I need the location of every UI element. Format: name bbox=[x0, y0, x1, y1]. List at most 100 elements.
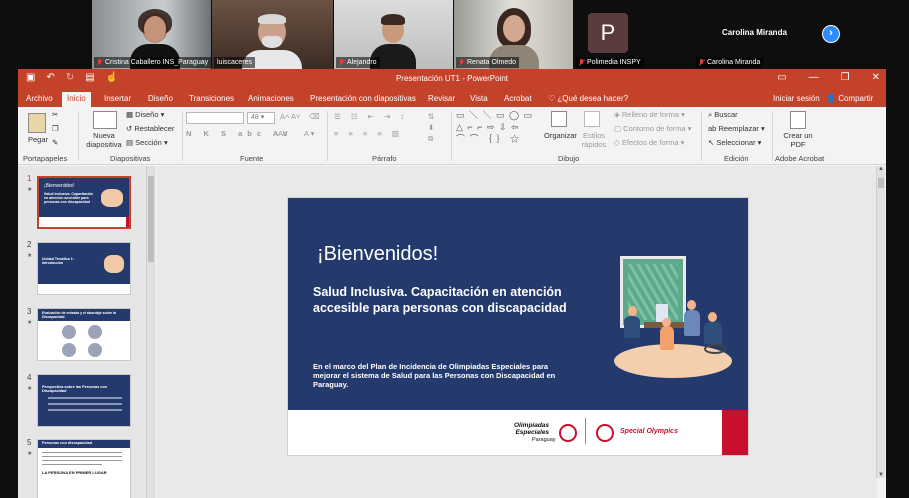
arrange-icon[interactable] bbox=[551, 111, 567, 127]
thumbnails-scrollbar[interactable] bbox=[146, 166, 155, 498]
powerpoint-window: ▣ ↶ ↻ ▤ ☝ Presentación UT1 - PowerPoint … bbox=[18, 69, 886, 498]
cut-icon[interactable]: ✂ bbox=[52, 110, 58, 119]
tab-vista[interactable]: Vista bbox=[470, 94, 488, 103]
replace-icon: ab bbox=[708, 124, 717, 133]
new-slide-icon[interactable] bbox=[93, 111, 117, 129]
participant-tile[interactable]: Alejandro bbox=[334, 0, 453, 69]
cursor-icon: ↖ bbox=[708, 138, 715, 147]
reset-button[interactable]: ↺ Restablecer bbox=[126, 124, 174, 133]
quick-styles-icon[interactable] bbox=[584, 111, 600, 127]
participant-tile[interactable]: Cristina Caballero INS_Paraguay bbox=[92, 0, 211, 69]
shape-outline-button[interactable]: ▢ Contorno de forma ▾ bbox=[614, 124, 692, 133]
text-direction-icon[interactable]: ⇅ bbox=[428, 112, 434, 121]
select-button[interactable]: ↖ Seleccionar ▾ bbox=[708, 138, 761, 147]
window-controls: ▭ — ❐ ✕ bbox=[777, 72, 880, 83]
mic-muted-icon bbox=[97, 59, 103, 66]
current-slide[interactable]: ¡Bienvenidos! Salud Inclusiva. Capacitac… bbox=[288, 198, 748, 455]
scroll-up-icon[interactable]: ▲ bbox=[877, 166, 885, 172]
sign-in-link[interactable]: Iniciar sesión bbox=[773, 94, 820, 103]
thumbnail-title: Evaluación de entrada y el abordaje sobr… bbox=[42, 311, 116, 319]
align-buttons[interactable]: ≡ ≡ ≡ ≡ ▥ bbox=[334, 129, 403, 138]
ribbon-display-options-icon[interactable]: ▭ bbox=[777, 72, 786, 83]
font-name-field[interactable] bbox=[186, 112, 244, 124]
font-size-controls[interactable]: A˄ A˅ bbox=[280, 112, 300, 121]
participant-name: Carolina Miranda bbox=[696, 57, 764, 68]
slide-thumbnail[interactable]: Evaluación de entrada y el abordaje sobr… bbox=[37, 308, 131, 361]
restore-icon[interactable]: ❐ bbox=[841, 72, 850, 83]
participant-name: luiscaceres bbox=[214, 57, 256, 68]
participant-tile[interactable]: Renata Olmedo bbox=[454, 0, 573, 69]
participant-tile[interactable]: Carolina Miranda Carolina Miranda bbox=[694, 0, 815, 69]
close-icon[interactable]: ✕ bbox=[872, 72, 880, 83]
slide-thumbnail[interactable]: Unidad Temática 1: Introducción bbox=[37, 242, 131, 295]
tab-archivo[interactable]: Archivo bbox=[26, 94, 53, 103]
thumbnail-text: LA PERSONA EN PRIMER LUGAR bbox=[42, 470, 107, 475]
pdf-icon[interactable] bbox=[790, 111, 806, 129]
font-color-icon[interactable]: A ▾ bbox=[304, 129, 314, 138]
create-pdf-button[interactable]: Crear un PDF bbox=[781, 131, 815, 149]
tab-acrobat[interactable]: Acrobat bbox=[504, 94, 532, 103]
arrange-button[interactable]: Organizar bbox=[544, 131, 577, 140]
thumbnail-title: Personas con discapacidad bbox=[42, 441, 93, 445]
mic-muted-icon bbox=[579, 59, 585, 66]
thumbnail-number: 3 bbox=[27, 307, 32, 316]
clear-format-icon[interactable]: ⌫ bbox=[309, 112, 320, 121]
new-slide-button[interactable]: Nueva diapositiva bbox=[84, 131, 124, 149]
group-label-font: Fuente bbox=[240, 154, 264, 163]
mic-muted-icon bbox=[339, 59, 345, 66]
slide-thumbnail[interactable]: Personas con discapacidad LA PERSONA EN … bbox=[37, 439, 131, 498]
align-text-icon[interactable]: ⬍ bbox=[428, 123, 434, 132]
minimize-icon[interactable]: — bbox=[809, 72, 819, 83]
layout-button[interactable]: ▦ Diseño ▾ bbox=[126, 110, 164, 119]
star-icon: ★ bbox=[27, 451, 33, 457]
participant-tile[interactable]: P Polimedia INSPY bbox=[574, 0, 693, 69]
slide-thumbnails-pane: 1 ★ ¡Bienvenidos! Salud Inclusiva. Capac… bbox=[18, 166, 156, 498]
copy-icon[interactable]: ❐ bbox=[52, 124, 59, 133]
thumbnail-number: 1 bbox=[27, 174, 32, 183]
font-style-buttons[interactable]: N K S abc AV bbox=[186, 129, 293, 138]
special-olympics-logo-text: Special Olympics bbox=[620, 428, 678, 435]
participant-name: Renata Olmedo bbox=[456, 57, 520, 68]
title-bar: ▣ ↶ ↻ ▤ ☝ Presentación UT1 - PowerPoint … bbox=[18, 69, 886, 91]
font-size-field[interactable]: 48 ▾ bbox=[247, 112, 275, 124]
scroll-down-icon[interactable]: ▼ bbox=[877, 472, 885, 478]
smartart-icon[interactable]: ⧉ bbox=[428, 134, 433, 144]
tab-insertar[interactable]: Insertar bbox=[104, 94, 131, 103]
tab-transiciones[interactable]: Transiciones bbox=[189, 94, 234, 103]
change-case-icon[interactable]: Aa bbox=[278, 129, 287, 138]
paste-button[interactable]: Pegar bbox=[28, 135, 48, 144]
participant-name: Polimedia INSPY bbox=[576, 57, 644, 68]
replace-button[interactable]: ab Reemplazar ▾ bbox=[708, 124, 765, 133]
thumbnail-number: 5 bbox=[27, 438, 32, 447]
tell-me-box[interactable]: ♡ ¿Qué desea hacer? bbox=[548, 94, 628, 103]
tab-revisar[interactable]: Revisar bbox=[428, 94, 455, 103]
chevron-right-icon: › bbox=[829, 27, 833, 39]
slide-thumbnail[interactable]: ¡Bienvenidos! Salud Inclusiva. Capacitac… bbox=[37, 176, 131, 229]
group-label-slides: Diapositivas bbox=[110, 154, 151, 163]
editor-scrollbar[interactable]: ▲ ▼ bbox=[876, 166, 885, 478]
participant-name: Alejandro bbox=[336, 57, 380, 68]
participant-name: Cristina Caballero INS_Paraguay bbox=[94, 57, 211, 68]
star-icon: ★ bbox=[27, 253, 33, 259]
tab-presentacion[interactable]: Presentación con diapositivas bbox=[310, 94, 416, 103]
group-label-editing: Edición bbox=[724, 154, 749, 163]
slide-thumbnail[interactable]: Perspectiva sobre las Personas con Disca… bbox=[37, 374, 131, 427]
thumbnail-title: ¡Bienvenidos! bbox=[44, 183, 75, 189]
section-button[interactable]: ▤ Sección ▾ bbox=[126, 138, 168, 147]
quick-styles-button[interactable]: Estilos rápidos bbox=[581, 131, 607, 149]
tab-inicio[interactable]: Inicio bbox=[62, 92, 91, 107]
people-meeting-illustration bbox=[600, 252, 742, 382]
paste-icon[interactable] bbox=[28, 113, 46, 133]
shape-fill-button[interactable]: ◈ Relleno de forma ▾ bbox=[614, 110, 685, 119]
shapes-gallery[interactable]: ▭ ＼ ＼ ▭ ◯ ▭ △ ⌐ ⌐ ⇨ ⇩ ⇦ ⌒ ⌒ ｛ ｝ ☆ bbox=[456, 109, 533, 145]
format-painter-icon[interactable]: ✎ bbox=[52, 138, 58, 147]
shape-effects-button[interactable]: ◇ Efectos de forma ▾ bbox=[614, 138, 684, 147]
share-button[interactable]: 👤 Compartir bbox=[826, 94, 873, 103]
find-button[interactable]: ⌕ Buscar bbox=[708, 110, 738, 120]
tab-animaciones[interactable]: Animaciones bbox=[248, 94, 294, 103]
tab-diseno[interactable]: Diseño bbox=[148, 94, 173, 103]
slide-title: ¡Bienvenidos! bbox=[317, 243, 439, 265]
participant-tile-active-speaker[interactable]: luiscaceres bbox=[212, 0, 333, 69]
next-page-button[interactable]: › bbox=[822, 25, 840, 43]
list-buttons[interactable]: ☰ ☷ ⇤ ⇥ ↕ bbox=[334, 112, 408, 121]
